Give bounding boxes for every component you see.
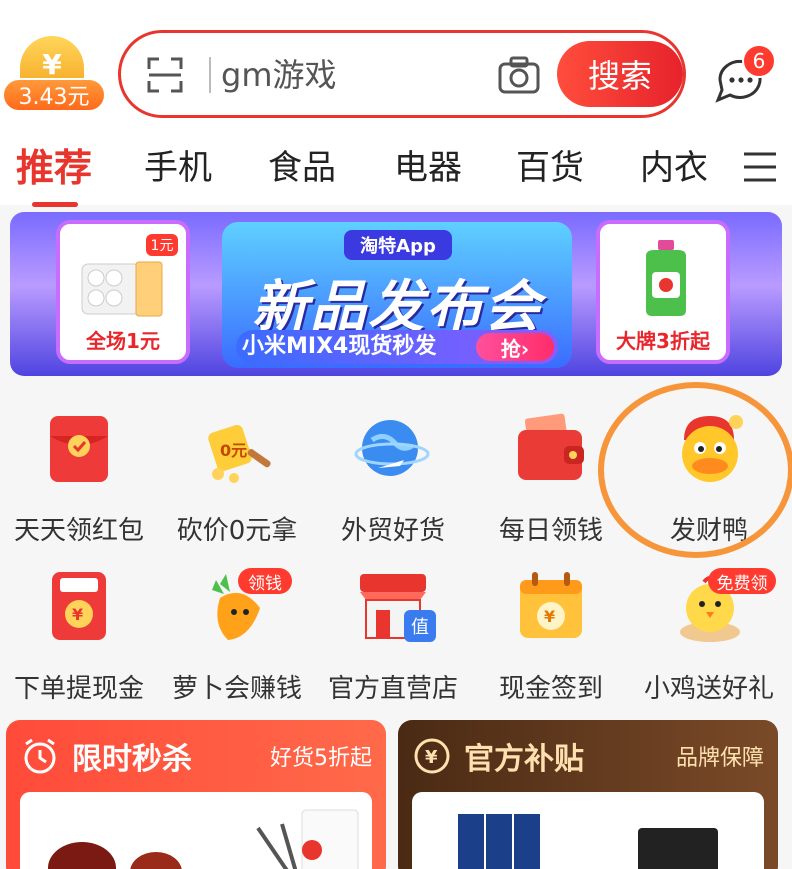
- yen-coin-icon: ¥: [414, 738, 450, 774]
- grab-button[interactable]: 抢›: [476, 333, 554, 361]
- product-image-toothpaste: [458, 814, 718, 869]
- price-tag: 1元: [146, 234, 178, 256]
- grid-label: 外贸好货: [340, 516, 445, 546]
- tab-underwear[interactable]: 内衣: [640, 140, 708, 196]
- tab-phones[interactable]: 手机: [144, 140, 212, 196]
- card-subtitle: 好货5折起: [270, 746, 372, 771]
- alarm-clock-icon: [24, 738, 56, 774]
- product-image-dates: [48, 809, 359, 869]
- banner-subtitle: 小米MIX4现货秒发: [242, 334, 437, 359]
- earn-money-tag: 领钱: [238, 568, 292, 594]
- grid-label: 下单提现金: [13, 674, 144, 704]
- tissue-pack-icon: [81, 261, 163, 317]
- banner-right-product[interactable]: 大牌3折起: [596, 220, 730, 364]
- flash-sale-card[interactable]: 限时秒杀 好货5折起: [6, 720, 386, 869]
- highlight-ring: [598, 382, 792, 558]
- calendar-yen-icon: ¥: [520, 572, 582, 638]
- tab-general-goods[interactable]: 百货: [516, 140, 584, 196]
- card-product-area: [412, 792, 764, 869]
- page: ¥ 3.43元 gm游戏 搜索 6 推荐 手机 食品 电器 百货 内衣 1元 全…: [0, 0, 792, 869]
- svg-text:0元: 0元: [220, 441, 247, 460]
- grid-item-chick-gift[interactable]: 免费领 小鸡送好礼: [630, 568, 788, 718]
- tab-food[interactable]: 食品: [268, 140, 336, 196]
- search-button[interactable]: 搜索: [557, 41, 683, 107]
- banner-main[interactable]: 淘特App 新品发布会 小米MIX4现货秒发 抢›: [222, 222, 572, 368]
- svg-text:¥: ¥: [425, 747, 438, 768]
- menu-icon[interactable]: [742, 150, 778, 184]
- grid-item-order-cashout[interactable]: ¥ 下单提现金: [0, 568, 158, 718]
- banner-left-caption: 全场1元: [86, 329, 160, 353]
- banner-right-caption: 大牌3折起: [616, 329, 710, 353]
- grid-label: 现金签到: [498, 674, 603, 704]
- card-title: 官方补贴: [464, 742, 584, 777]
- official-subsidy-card[interactable]: ¥ 官方补贴 品牌保障: [398, 720, 778, 869]
- grid-label: 砍价0元拿: [176, 516, 298, 546]
- card-product-area: [20, 792, 372, 869]
- promo-banner[interactable]: 1元 全场1元 淘特App 新品发布会 小米MIX4现货秒发 抢› 大牌3折起: [10, 212, 782, 376]
- grid-item-foreign-trade[interactable]: 外贸好货: [314, 410, 472, 560]
- grid-label: 官方直营店: [327, 674, 458, 704]
- banner-subtitle-bar: 小米MIX4现货秒发 抢›: [236, 330, 558, 364]
- message-count-badge: 6: [742, 44, 776, 78]
- search-input[interactable]: gm游戏: [221, 51, 481, 99]
- grid-label: 每日领钱: [498, 516, 603, 546]
- banner-app-label: 淘特App: [344, 230, 452, 260]
- wallet-icon: [518, 413, 584, 480]
- category-tabs: 推荐 手机 食品 电器 百货 内衣: [0, 140, 792, 207]
- active-tab-indicator: [32, 202, 78, 207]
- cash-envelope-icon: ¥: [52, 572, 106, 640]
- grid-item-carrot-earn[interactable]: 领钱 萝卜会赚钱: [158, 568, 316, 718]
- card-title: 限时秒杀: [72, 742, 192, 777]
- grid-label: 萝卜会赚钱: [171, 674, 302, 704]
- value-badge: 值: [404, 610, 436, 642]
- grid-item-daily-red-packet[interactable]: 天天领红包: [0, 410, 158, 560]
- camera-icon[interactable]: [497, 53, 541, 97]
- grid-label: 小鸡送好礼: [643, 674, 774, 704]
- scan-icon[interactable]: [145, 55, 185, 95]
- messages-button[interactable]: 6: [712, 44, 782, 104]
- svg-text:¥: ¥: [544, 607, 555, 626]
- grid-item-official-store[interactable]: 值 官方直营店: [314, 568, 472, 718]
- banner-left-product[interactable]: 1元 全场1元: [56, 220, 190, 364]
- svg-text:¥: ¥: [72, 605, 83, 624]
- grid-item-cash-checkin[interactable]: ¥ 现金签到: [472, 568, 630, 718]
- grid-item-bargain[interactable]: 0元 砍价0元拿: [158, 410, 316, 560]
- detergent-bottle-icon: [646, 240, 686, 316]
- coin-amount: 3.43元: [2, 78, 106, 112]
- free-claim-tag: 免费领: [708, 568, 776, 594]
- bargain-axe-icon: 0元: [208, 424, 271, 483]
- tab-recommend[interactable]: 推荐: [16, 140, 92, 196]
- coin-balance[interactable]: ¥ 3.43元: [2, 36, 106, 114]
- search-divider: [209, 57, 211, 93]
- globe-plane-icon: [354, 420, 430, 476]
- red-envelope-icon: [50, 416, 108, 482]
- tab-appliances[interactable]: 电器: [394, 140, 462, 196]
- search-bar[interactable]: gm游戏 搜索: [118, 30, 686, 118]
- card-subtitle: 品牌保障: [675, 746, 764, 771]
- grid-label: 天天领红包: [13, 516, 144, 546]
- top-header: ¥ 3.43元 gm游戏 搜索 6 推荐 手机 食品 电器 百货 内衣: [0, 0, 792, 207]
